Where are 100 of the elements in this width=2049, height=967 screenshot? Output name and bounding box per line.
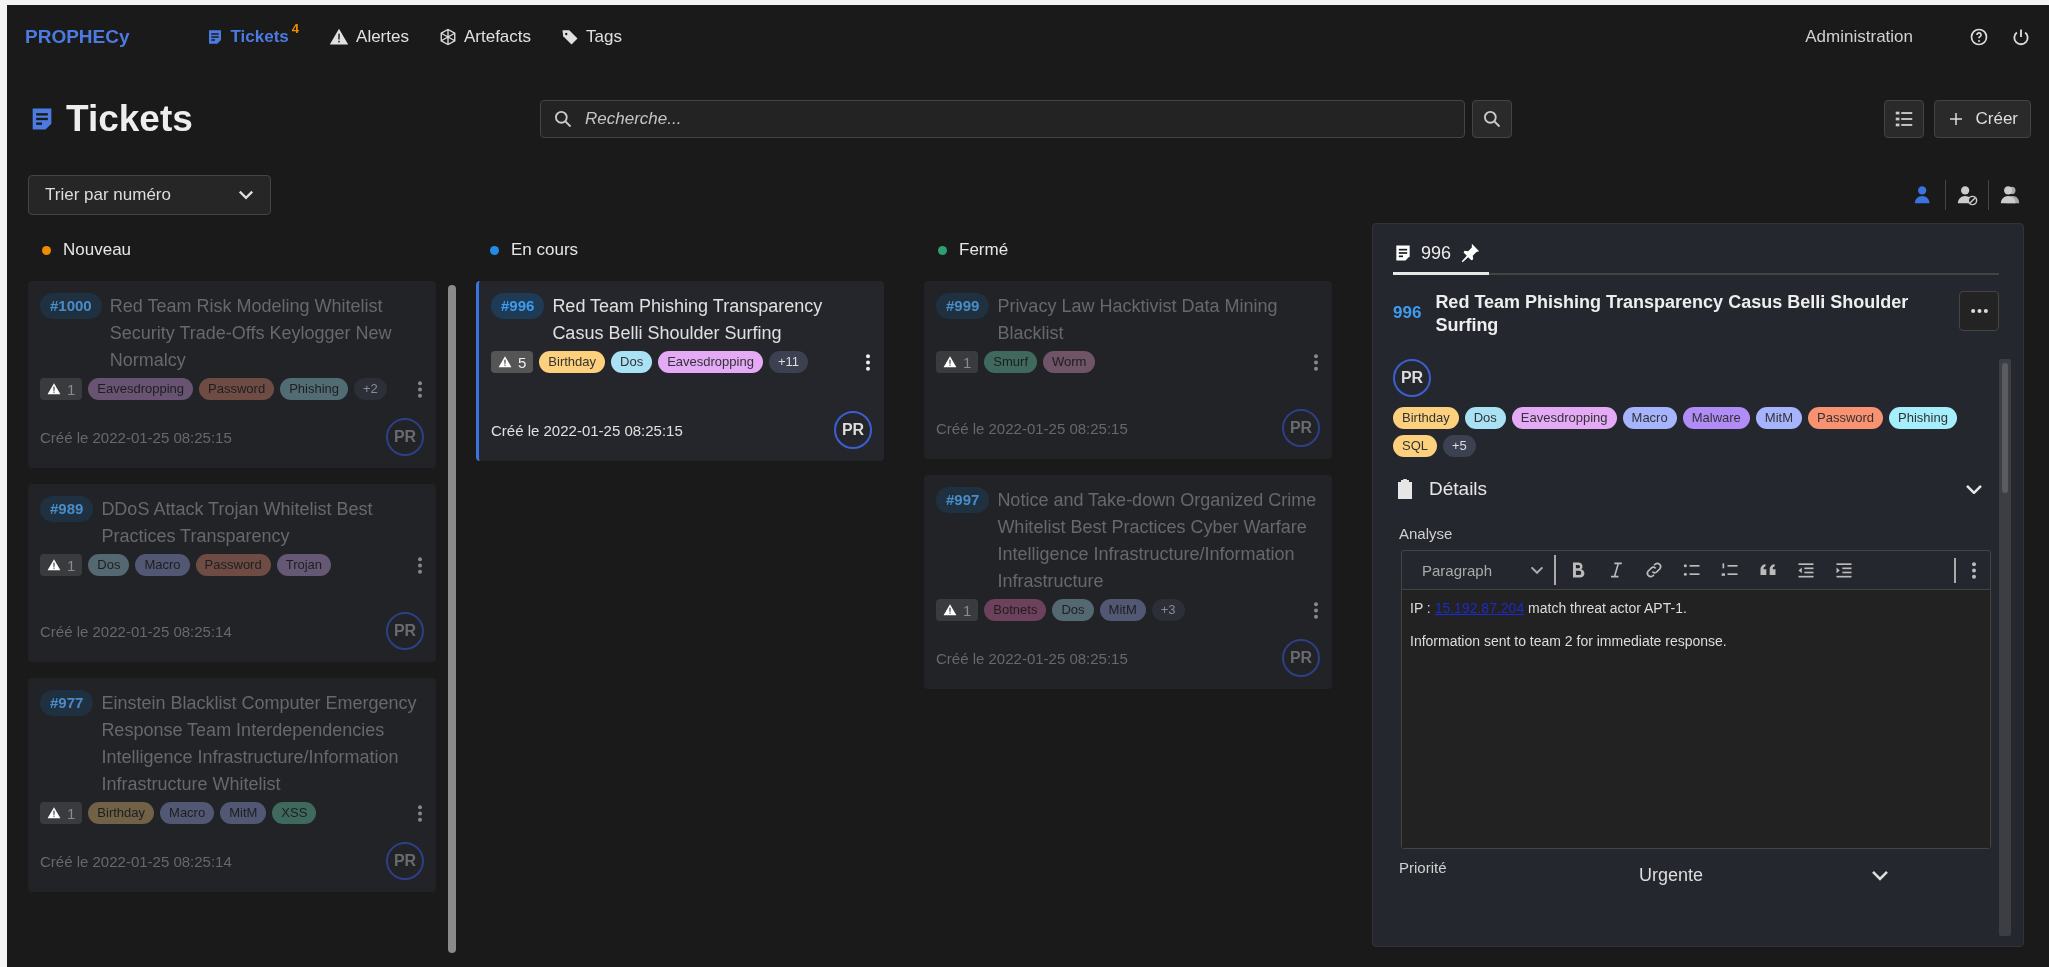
created-date: Créé le 2022-01-25 08:25:15 xyxy=(936,419,1128,437)
column-heading: En cours xyxy=(511,240,579,260)
admin-link[interactable]: Administration xyxy=(1805,27,1913,47)
alert-count: 1 xyxy=(963,353,972,371)
tag: Dos xyxy=(611,351,653,373)
search-button[interactable] xyxy=(1472,100,1512,138)
create-button[interactable]: Créer xyxy=(1934,100,2031,138)
tag: Worm xyxy=(1043,351,1096,373)
ticket-card[interactable]: #996 Red Team Phishing Transparency Casus Belli Shoulder Surfing 5 Birthday Dos Eavesdropping +11 Créé le 2022-01-25 08:25:15 PR xyxy=(476,281,884,461)
link-icon xyxy=(1644,560,1664,580)
warning-icon xyxy=(47,382,61,396)
created-date: Créé le 2022-01-25 08:25:15 xyxy=(491,421,683,439)
scrollbar[interactable] xyxy=(448,285,456,953)
ticket-number: #999 xyxy=(936,293,990,319)
tag: Password xyxy=(195,554,271,576)
tag: Trojan xyxy=(276,554,332,576)
column-heading: Nouveau xyxy=(63,240,132,260)
tag: Dos xyxy=(1464,407,1506,429)
app-logo[interactable]: PROPHECy xyxy=(25,26,130,48)
nav-tab[interactable]: Artefacts xyxy=(438,27,532,47)
pin-icon xyxy=(1459,242,1482,264)
tag: MitM xyxy=(1755,407,1802,429)
ticket-title: Red Team Phishing Transparency Casus Belli Shoulder Surfing xyxy=(1435,291,1910,337)
search-field[interactable]: Recherche... xyxy=(540,100,1465,138)
tag: Dos xyxy=(88,554,130,576)
ticket-card[interactable]: #997 Notice and Take-down Organized Crime Whitelist Best Practices Cyber Warfare Intelligence Infrastructure/Information Infrastructure 1 Botnets Dos MitM +3 Créé le 2022-01-25 08:25:15 PR xyxy=(924,475,1332,689)
assignee-avatar: PR xyxy=(1393,359,1431,397)
editor-paragraph: IP : 15.192.87.204 match threat actor APT-1. xyxy=(1410,600,1688,616)
editor-paragraph: Information sent to team 2 for immediate response. xyxy=(1410,633,1728,649)
tag: Botnets xyxy=(984,599,1047,621)
tag: SQL xyxy=(1393,435,1437,457)
more-vertical-icon xyxy=(418,556,422,574)
page-title: Tickets xyxy=(66,98,193,140)
warning-icon xyxy=(47,806,61,820)
ticket-icon xyxy=(1393,243,1413,263)
block-type-dropdown[interactable]: Paragraph xyxy=(1416,555,1556,585)
tag: XSS xyxy=(272,802,317,824)
tag: Eavesdropping xyxy=(1511,407,1617,429)
more-vertical-icon xyxy=(1314,353,1318,371)
ticket-count: 4 xyxy=(291,20,300,36)
ticket-card[interactable]: #1000 Red Team Risk Modeling Whitelist Security Trade-Offs Keylogger New Normalcy 1 Eavesdropping Password Phishing +2 Créé le 2022-01-25 08:25:15 PR xyxy=(28,281,436,468)
outdent-icon xyxy=(1796,560,1816,580)
assignee-avatar: PR xyxy=(1282,409,1320,447)
tag: Macro xyxy=(160,802,215,824)
tag: Dos xyxy=(1052,599,1094,621)
ticket-card[interactable]: #999 Privacy Law Hacktivist Data Mining Blacklist 1 Smurf Worm Créé le 2022-01-25 08:25:15 PR xyxy=(924,281,1332,459)
more-tags-count: +3 xyxy=(1151,599,1185,621)
tag: Phishing xyxy=(280,378,349,400)
priority-dropdown[interactable]: Urgente xyxy=(1639,865,1889,886)
ticket-card[interactable]: #977 Einstein Blacklist Computer Emergency Response Team Interdependencies Intelligence Infrastructure/Information Infrastructure Whitelist 1 Birthday Macro MitM XSS Créé le 2022-01-25 08:25:14 PR xyxy=(28,678,436,892)
tag: MitM xyxy=(1099,599,1146,621)
tag: Birthday xyxy=(1393,407,1459,429)
sort-dropdown[interactable]: Trier par numéro xyxy=(28,175,271,215)
tag: Eavesdropping xyxy=(658,351,763,373)
more-vertical-icon xyxy=(418,380,422,398)
tag: Smurf xyxy=(984,351,1037,373)
tag: Password xyxy=(1808,407,1884,429)
warning-icon xyxy=(943,603,957,617)
field-label: Analyse xyxy=(1399,525,1454,542)
tag: MitM xyxy=(220,802,267,824)
nav-tab[interactable]: Alertes xyxy=(329,27,409,47)
warning-icon xyxy=(47,558,61,572)
scrollbar[interactable] xyxy=(1999,359,2011,936)
tag: Phishing xyxy=(1889,407,1957,429)
alert-count: 5 xyxy=(518,353,527,371)
ticket-number: #1000 xyxy=(40,293,102,319)
ticket-tab[interactable]: 996 xyxy=(1393,236,1490,275)
tag: Birthday xyxy=(88,802,155,824)
card-menu-button[interactable] xyxy=(864,351,872,373)
people-icon xyxy=(1999,184,2021,206)
alert-count: 1 xyxy=(67,804,76,822)
rich-text-editor[interactable]: Paragraph IP : 15.192.87.204 match threat actor APT-1. Information sent to team 2 for immediate response. xyxy=(1401,550,1991,849)
list-view-button[interactable] xyxy=(1884,100,1925,138)
warning-icon xyxy=(498,355,512,369)
tag: Malware xyxy=(1682,407,1750,429)
ticket-title: Privacy Law Hacktivist Data Mining Blacklist xyxy=(997,295,1279,345)
tag: Macro xyxy=(135,554,190,576)
help-icon xyxy=(1969,27,1989,47)
more-button[interactable] xyxy=(1959,291,1999,331)
search-icon xyxy=(553,109,573,129)
alert-count: 1 xyxy=(67,380,76,398)
tag: Eavesdropping xyxy=(88,378,194,400)
column-heading: Fermé xyxy=(959,240,1009,260)
person-blocked-icon xyxy=(1956,184,1978,206)
created-date: Créé le 2022-01-25 08:25:15 xyxy=(936,649,1128,667)
ticket-number: #977 xyxy=(40,690,94,716)
ticket-card[interactable]: #989 DDoS Attack Trojan Whitelist Best Practices Transparency 1 Dos Macro Password Trojan Créé le 2022-01-25 08:25:14 PR xyxy=(28,484,436,662)
details-section-header[interactable]: Détails xyxy=(1393,471,1983,507)
more-horizontal-icon xyxy=(1970,309,1988,313)
more-tags-count: +2 xyxy=(354,378,387,400)
nav-tab[interactable]: Tags xyxy=(561,27,622,47)
assignee-avatar: PR xyxy=(386,418,424,456)
chevron-down-icon xyxy=(1530,565,1544,575)
ticket-title: DDoS Attack Trojan Whitelist Best Practices Transparency xyxy=(101,498,374,548)
warning-icon xyxy=(329,27,350,47)
more-tags-count: +11 xyxy=(768,351,808,373)
field-label: Priorité xyxy=(1399,859,1448,876)
tag: Birthday xyxy=(539,351,606,373)
indent-icon xyxy=(1834,560,1854,580)
ticket-number: #997 xyxy=(936,487,990,513)
